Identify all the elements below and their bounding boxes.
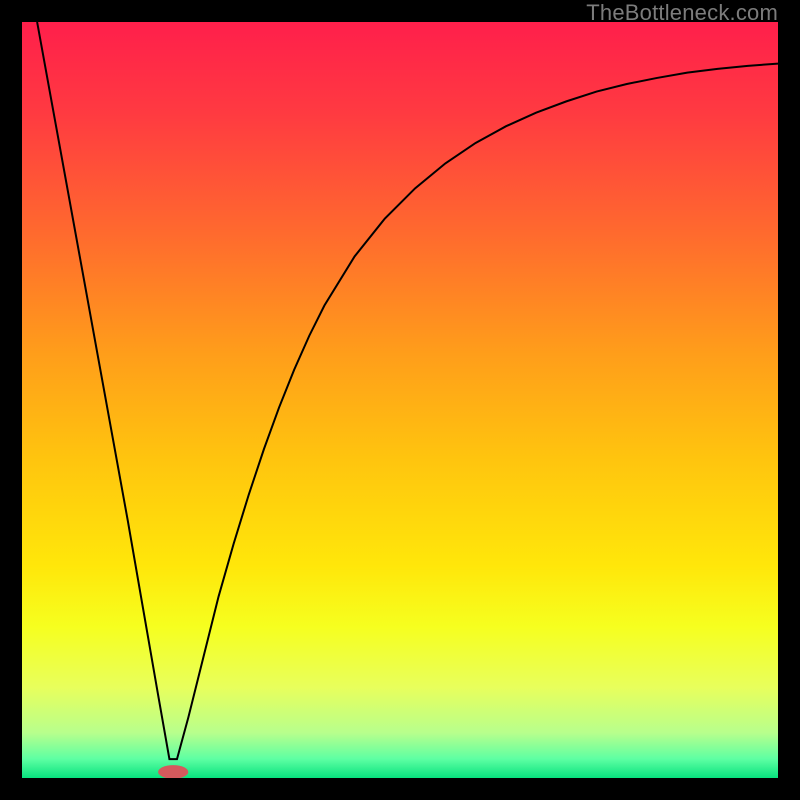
chart-background — [22, 22, 778, 778]
watermark-text: TheBottleneck.com — [586, 0, 778, 26]
chart-svg — [22, 22, 778, 778]
chart-frame — [22, 22, 778, 778]
